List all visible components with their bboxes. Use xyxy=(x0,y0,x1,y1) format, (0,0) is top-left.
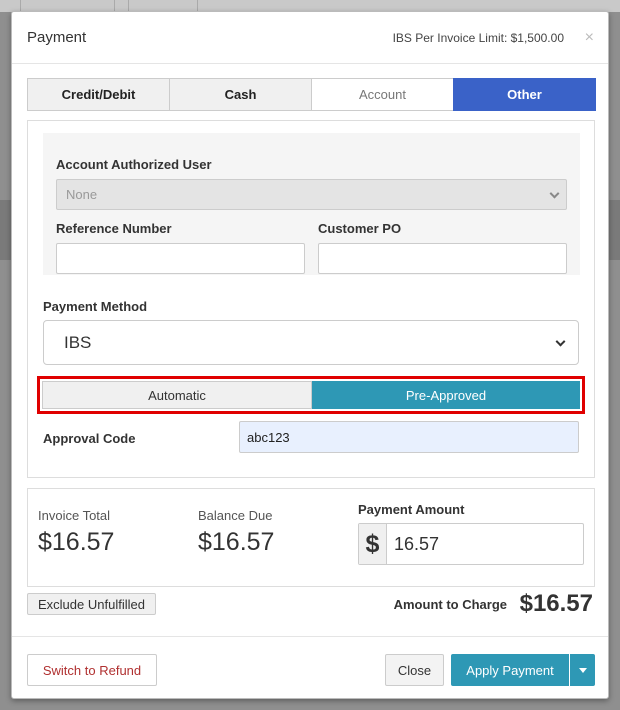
invoice-limit-text: IBS Per Invoice Limit: $1,500.00 xyxy=(392,31,564,45)
automatic-option[interactable]: Automatic xyxy=(42,381,312,409)
approval-code-label: Approval Code xyxy=(43,431,136,446)
customer-po-label: Customer PO xyxy=(318,221,402,236)
invoice-total-label: Invoice Total xyxy=(38,508,111,523)
amount-to-charge-label: Amount to Charge xyxy=(393,597,507,612)
amount-to-charge-value: $16.57 xyxy=(519,590,593,617)
tab-account[interactable]: Account xyxy=(311,78,454,111)
authorized-user-label: Account Authorized User xyxy=(56,157,212,172)
close-icon[interactable]: × xyxy=(585,30,594,46)
customer-po-input[interactable] xyxy=(318,243,567,274)
authorized-user-value: None xyxy=(66,187,98,202)
payment-amount-input[interactable]: $ 16.57 xyxy=(358,523,584,565)
totals-panel: Invoice Total $16.57 Balance Due $16.57 … xyxy=(27,488,595,587)
modal-title: Payment xyxy=(27,29,87,46)
balance-due-value: $16.57 xyxy=(198,528,275,556)
chevron-down-icon xyxy=(549,188,560,199)
tab-other[interactable]: Other xyxy=(453,78,596,111)
tab-credit-debit[interactable]: Credit/Debit xyxy=(27,78,170,111)
reference-number-input[interactable] xyxy=(56,243,305,274)
close-button[interactable]: Close xyxy=(385,654,444,686)
authorized-user-select[interactable]: None xyxy=(56,179,567,210)
payment-method-select[interactable]: IBS xyxy=(43,320,579,365)
payment-method-value: IBS xyxy=(64,333,92,352)
other-payment-panel: Account Authorized User None Reference N… xyxy=(27,120,595,478)
apply-payment-button[interactable]: Apply Payment xyxy=(451,654,569,686)
approval-mode-highlight: Automatic Pre-Approved xyxy=(37,376,585,414)
modal-footer: Switch to Refund Close Apply Payment xyxy=(12,636,608,699)
exclude-unfulfilled-button[interactable]: Exclude Unfulfilled xyxy=(27,593,156,615)
modal-header: Payment IBS Per Invoice Limit: $1,500.00… xyxy=(12,12,608,64)
account-details-box: Account Authorized User None Reference N… xyxy=(43,133,580,275)
tab-cash[interactable]: Cash xyxy=(169,78,312,111)
payment-modal: Payment IBS Per Invoice Limit: $1,500.00… xyxy=(11,11,609,699)
approval-mode-toggle: Automatic Pre-Approved xyxy=(42,381,580,409)
dollar-sign-icon: $ xyxy=(359,524,387,564)
payment-type-tabs: Credit/Debit Cash Account Other xyxy=(27,78,596,111)
invoice-total-value: $16.57 xyxy=(38,528,115,556)
reference-number-label: Reference Number xyxy=(56,221,172,236)
switch-to-refund-button[interactable]: Switch to Refund xyxy=(27,654,157,686)
balance-due-label: Balance Due xyxy=(198,508,273,523)
approval-code-input[interactable]: abc123 xyxy=(239,421,579,453)
chevron-down-icon xyxy=(555,336,566,347)
caret-down-icon xyxy=(578,667,587,673)
apply-options-dropdown[interactable] xyxy=(570,654,595,686)
payment-amount-label: Payment Amount xyxy=(358,502,465,517)
payment-method-label: Payment Method xyxy=(43,299,148,314)
payment-amount-value: 16.57 xyxy=(394,534,440,554)
pre-approved-option[interactable]: Pre-Approved xyxy=(312,381,580,409)
